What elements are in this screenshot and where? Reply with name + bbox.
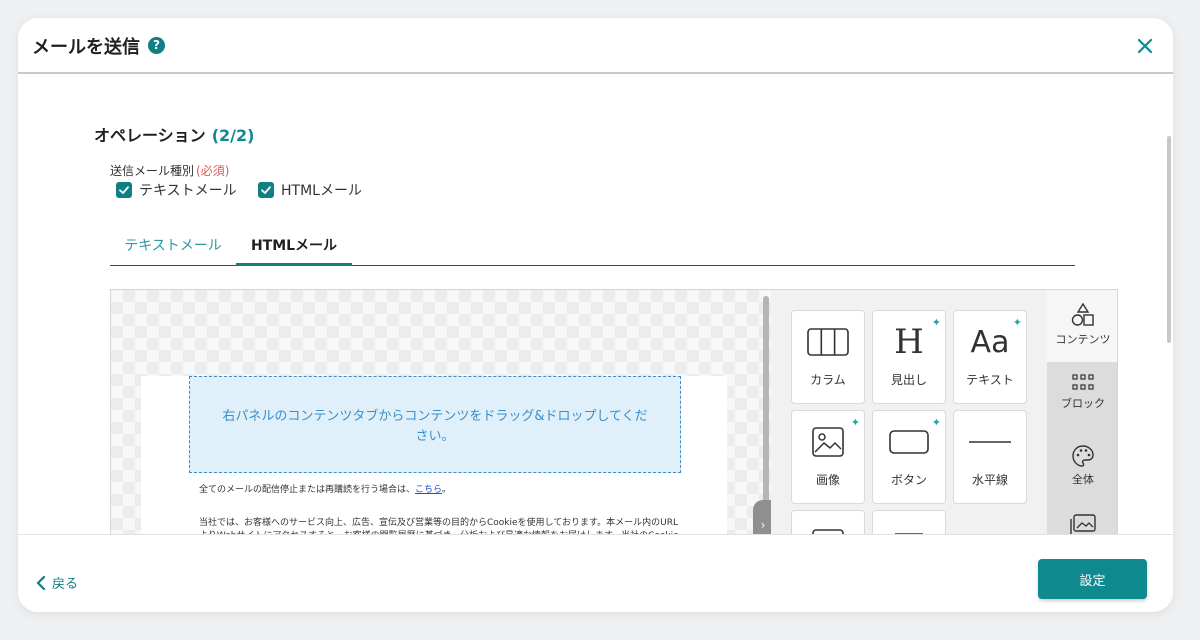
- mail-type-label: 送信メール種別 (必須): [110, 162, 229, 179]
- content-panel: カラム ✦ H 見出し ✦ Aa テキスト ✦ 画像 ✦ ボタン 水平線 コンテ…: [771, 290, 1117, 534]
- content-tile-menu[interactable]: [872, 510, 946, 534]
- images-icon: [1070, 514, 1096, 534]
- panel-side-tabs: コンテンツ ブロック 全体 画像: [1047, 290, 1117, 534]
- side-tab-label: 全体: [1072, 473, 1094, 486]
- side-tab-label: コンテンツ: [1055, 333, 1111, 346]
- shapes-icon: [1071, 302, 1094, 326]
- content-tile-label: カラム: [810, 373, 846, 387]
- unsubscribe-text-suffix: 。: [442, 485, 452, 495]
- send-mail-dialog: メールを送信 ? オペレーション (2/2) 送信メール種別 (必須) テキストメー…: [18, 18, 1173, 612]
- heading-icon: H: [873, 322, 945, 362]
- dialog-scrollbar[interactable]: [1167, 136, 1171, 343]
- html-mail-checkbox-label: HTMLメール: [281, 183, 362, 199]
- tab-text-mail[interactable]: テキストメール: [110, 216, 236, 266]
- dialog-body: オペレーション (2/2) 送信メール種別 (必須) テキストメール HTMLメール…: [18, 76, 1173, 534]
- content-tile-divider[interactable]: 水平線: [953, 410, 1027, 504]
- content-tile-label: ボタン: [890, 473, 927, 487]
- side-tab-overall[interactable]: 全体: [1047, 444, 1117, 487]
- html-email-editor: 右パネルのコンテンツタブからコンテンツをドラッグ&ドロップしてください。 全ての…: [110, 289, 1118, 534]
- content-tile-image[interactable]: ✦ 画像: [791, 410, 865, 504]
- required-mark: (必須): [196, 164, 230, 178]
- content-tile-label: 見出し: [890, 373, 927, 387]
- dialog-title: メールを送信: [32, 37, 140, 58]
- content-tile-column[interactable]: カラム: [791, 310, 865, 404]
- content-tile-button[interactable]: ✦ ボタン: [872, 410, 946, 504]
- cookie-notice: 当社では、お客様へのサービス向上、広告、宣伝及び営業等の目的からCookieを使…: [199, 518, 679, 534]
- text-icon: Aa: [954, 323, 1026, 361]
- content-tile-text[interactable]: ✦ Aa テキスト: [953, 310, 1027, 404]
- close-icon[interactable]: [1133, 34, 1157, 58]
- panel-collapse-handle[interactable]: ›: [753, 500, 773, 534]
- canvas-scrollbar[interactable]: [763, 296, 769, 534]
- section-title: オペレーション (2/2): [94, 122, 254, 146]
- side-tab-label: ブロック: [1061, 397, 1105, 410]
- checkbox-checked-icon[interactable]: [116, 182, 132, 198]
- unsubscribe-link[interactable]: こちら: [415, 485, 442, 495]
- settings-submit-button[interactable]: 設定: [1038, 559, 1147, 599]
- content-tile-html[interactable]: [791, 510, 865, 534]
- mail-type-label-text: 送信メール種別: [110, 164, 195, 178]
- question-circle-icon[interactable]: ?: [148, 37, 165, 54]
- side-tab-images[interactable]: 画像: [1047, 514, 1117, 534]
- dialog-header: メールを送信 ?: [18, 18, 1173, 74]
- palette-icon: [1072, 445, 1094, 467]
- button-icon: [873, 423, 945, 461]
- text-glyph: Aa: [970, 324, 1010, 360]
- editor-canvas: 右パネルのコンテンツタブからコンテンツをドラッグ&ドロップしてください。 全ての…: [111, 290, 773, 534]
- unsubscribe-text-body: 全てのメールの配信停止または再購読を行う場合は、: [199, 485, 416, 495]
- image-icon: [792, 423, 864, 461]
- html-mail-checkbox[interactable]: HTMLメール: [258, 180, 362, 200]
- section-title-text: オペレーション: [94, 126, 206, 145]
- back-link[interactable]: 戻る: [36, 573, 78, 592]
- heading-glyph: H: [894, 322, 924, 362]
- mail-format-tabs: テキストメール HTMLメール: [110, 216, 1075, 266]
- content-tile-label: 画像: [815, 473, 840, 487]
- text-mail-checkbox[interactable]: テキストメール: [116, 180, 237, 200]
- columns-icon: [792, 323, 864, 361]
- html-code-icon: [792, 523, 864, 534]
- drop-zone[interactable]: 右パネルのコンテンツタブからコンテンツをドラッグ&ドロップしてください。: [189, 376, 681, 473]
- divider-icon: [954, 423, 1026, 461]
- content-tile-label: テキスト: [966, 373, 1014, 387]
- grid-icon: [1072, 374, 1094, 390]
- checkbox-checked-icon[interactable]: [258, 182, 274, 198]
- side-tab-content[interactable]: コンテンツ: [1047, 290, 1117, 362]
- dialog-footer: 戻る 設定: [18, 534, 1173, 612]
- back-link-label: 戻る: [52, 577, 79, 592]
- content-tile-heading[interactable]: ✦ H 見出し: [872, 310, 946, 404]
- chevron-left-icon: [36, 575, 46, 590]
- unsubscribe-text: 全てのメールの配信停止または再購読を行う場合は、こちら。: [199, 482, 451, 495]
- side-tab-block[interactable]: ブロック: [1047, 374, 1117, 411]
- text-mail-checkbox-label: テキストメール: [139, 183, 237, 199]
- section-step: (2/2): [211, 126, 255, 145]
- tab-html-mail[interactable]: HTMLメール: [236, 216, 352, 266]
- email-body: 右パネルのコンテンツタブからコンテンツをドラッグ&ドロップしてください。 全ての…: [141, 376, 727, 534]
- menu-icon: [873, 523, 945, 534]
- content-tile-label: 水平線: [971, 473, 1008, 487]
